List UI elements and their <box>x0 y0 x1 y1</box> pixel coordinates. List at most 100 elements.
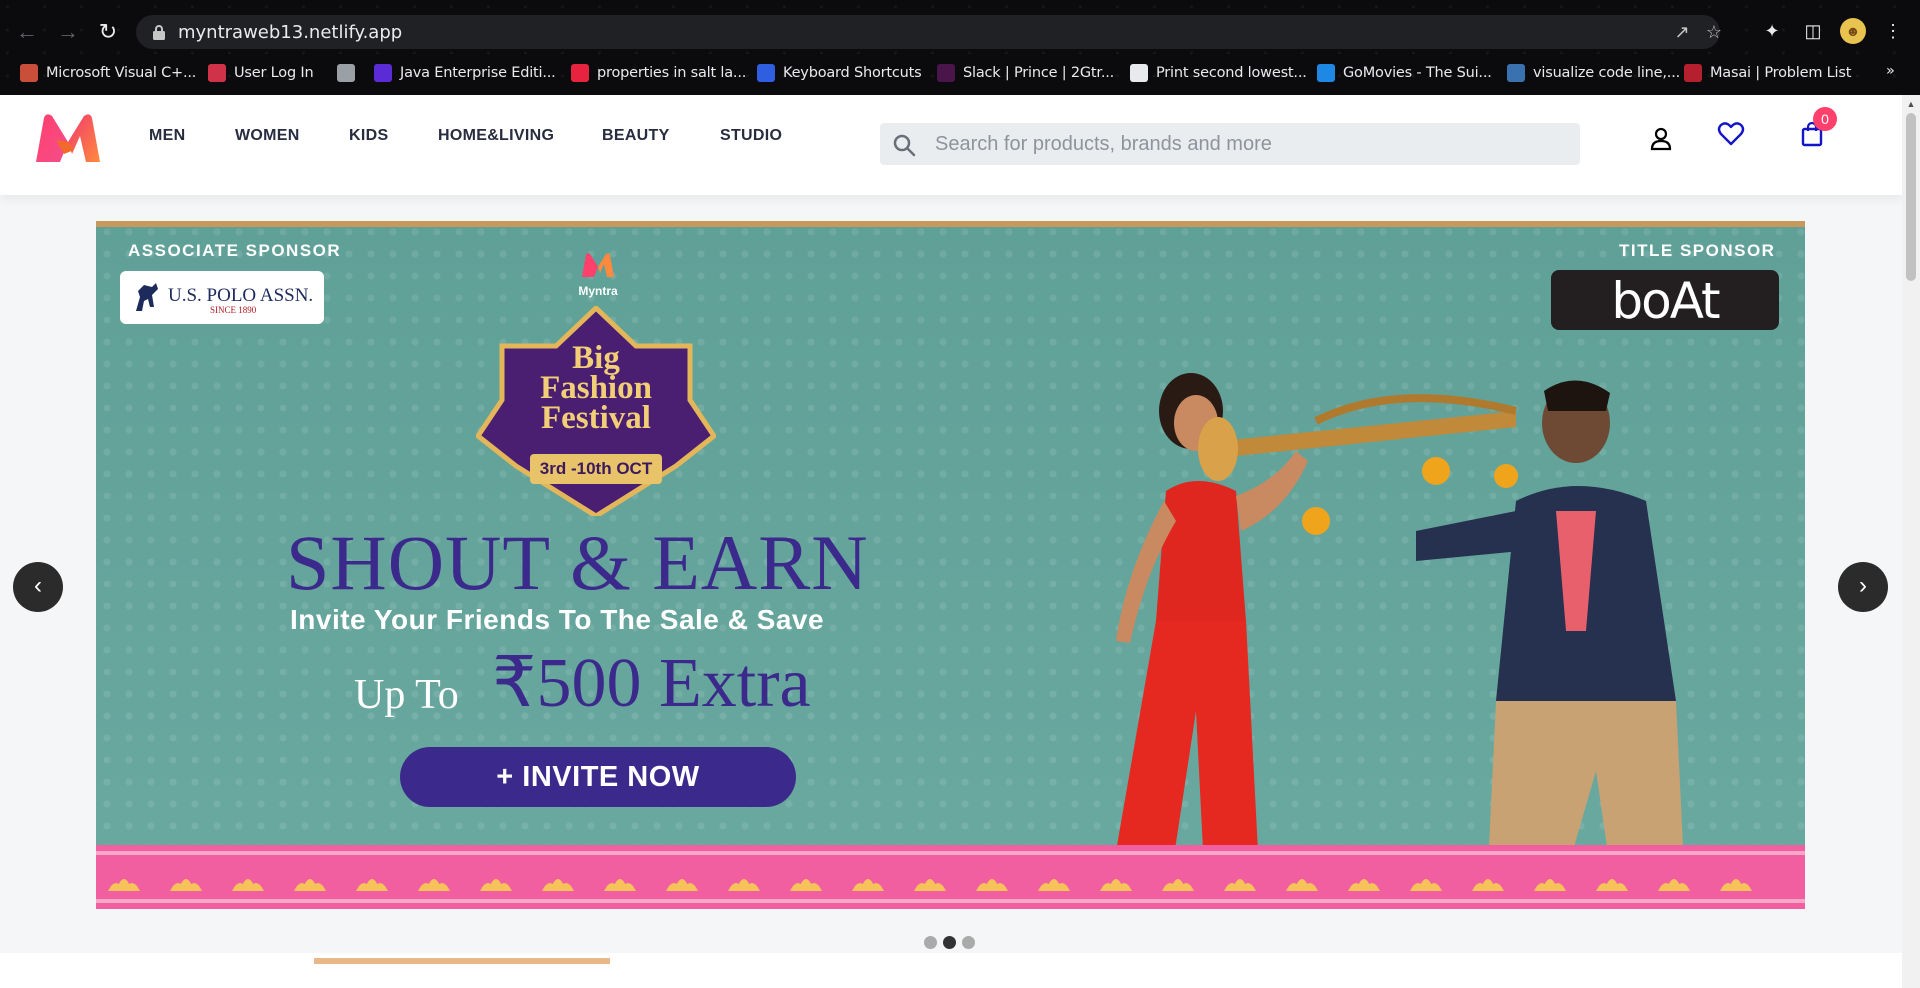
bookmark-label: Masai | Problem List <box>1710 65 1852 81</box>
extensions-icon[interactable]: ✦ <box>1759 18 1785 44</box>
bookmark-item[interactable]: visualize code line,... <box>1507 62 1680 84</box>
menu-dots-icon[interactable]: ⋮ <box>1880 18 1906 44</box>
wishlist-heart-icon[interactable] <box>1716 119 1746 149</box>
bookmark-item[interactable]: Keyboard Shortcuts <box>757 62 922 84</box>
banner-top-border <box>96 221 1805 227</box>
lotus-pattern <box>96 851 1805 903</box>
festival-line-2: Fashion <box>540 370 652 406</box>
nav-women[interactable]: WOMEN <box>235 127 300 145</box>
bookmark-label: GoMovies - The Sui... <box>1343 65 1492 81</box>
bookmark-label: Keyboard Shortcuts <box>783 65 922 81</box>
bag-count-badge: 0 <box>1813 107 1837 131</box>
banner-amount: ₹500 Extra <box>492 645 811 722</box>
myntra-mini-icon <box>582 253 614 277</box>
bookmark-item[interactable]: properties in salt la... <box>571 62 746 84</box>
banner-upto: Up To <box>354 672 459 718</box>
profile-avatar[interactable]: ☻ <box>1840 18 1866 44</box>
site-header: MEN WOMEN KIDS HOME&LIVING BEAUTY STUDIO… <box>0 95 1902 195</box>
banner-headline: SHOUT & EARN <box>286 519 869 606</box>
bookmark-label: Slack | Prince | 2Gtr... <box>963 65 1115 81</box>
polo-brand-name: U.S. POLO ASSN. <box>168 285 314 306</box>
address-bar[interactable]: myntraweb13.netlify.app ↗ ☆ <box>136 15 1722 49</box>
festival-line-1: Big <box>572 340 620 376</box>
bookmark-favicon-icon <box>337 64 355 82</box>
bookmark-item[interactable] <box>337 62 363 84</box>
hero-banner[interactable]: ASSOCIATE SPONSOR TITLE SPONSOR U.S. POL… <box>96 221 1805 909</box>
myntra-logo[interactable] <box>30 110 106 166</box>
bookmark-favicon-icon <box>1684 64 1702 82</box>
bookmark-label: properties in salt la... <box>597 65 747 81</box>
banner-models-illustration <box>1106 373 1686 909</box>
reload-button[interactable]: ↻ <box>92 16 124 48</box>
page-scrollbar[interactable]: ▲ <box>1902 95 1920 988</box>
bookmark-item[interactable]: GoMovies - The Sui... <box>1317 62 1492 84</box>
bookmark-label: visualize code line,... <box>1533 65 1681 81</box>
bookmark-label: Print second lowest... <box>1156 65 1307 81</box>
myntra-small-text: Myntra <box>578 284 618 298</box>
bookmark-favicon-icon <box>20 64 38 82</box>
banner-subline: Invite Your Friends To The Sale & Save <box>290 604 825 635</box>
bookmark-favicon-icon <box>1507 64 1525 82</box>
page-viewport: MEN WOMEN KIDS HOME&LIVING BEAUTY STUDIO… <box>0 95 1920 988</box>
bookmark-item[interactable]: Java Enterprise Editi... <box>374 62 556 84</box>
bookmark-star-icon[interactable]: ☆ <box>1704 22 1724 42</box>
browser-chrome: ← → ↻ myntraweb13.netlify.app ↗ ☆ ✦ ◫ ☻ … <box>0 0 1920 95</box>
carousel-dot-1[interactable] <box>924 936 937 949</box>
bookmarks-overflow-button[interactable]: » <box>1886 63 1895 79</box>
boat-logo: boAt <box>1551 270 1779 330</box>
bookmark-favicon-icon <box>937 64 955 82</box>
search-input[interactable] <box>935 123 1555 165</box>
lock-icon <box>153 25 165 40</box>
carousel-next-button[interactable]: › <box>1838 562 1888 612</box>
nav-home-living[interactable]: HOME&LIVING <box>438 127 554 145</box>
banner-footer-border <box>96 845 1805 909</box>
share-icon[interactable]: ↗ <box>1672 22 1692 42</box>
nav-men[interactable]: MEN <box>149 127 185 145</box>
bookmarks-bar: Microsoft Visual C+... User Log In Java En… <box>0 58 1920 88</box>
scroll-up-arrow[interactable]: ▲ <box>1906 99 1916 109</box>
myntra-small-logo: Myntra <box>573 251 623 298</box>
nav-kids[interactable]: KIDS <box>349 127 388 145</box>
profile-icon[interactable] <box>1646 123 1676 153</box>
associate-sponsor-label: ASSOCIATE SPONSOR <box>128 241 342 260</box>
festival-dates: 3rd -10th OCT <box>539 459 653 478</box>
bookmark-favicon-icon <box>374 64 392 82</box>
bookmark-label: Microsoft Visual C+... <box>46 65 197 81</box>
url-text: myntraweb13.netlify.app <box>178 22 403 43</box>
bookmark-item[interactable]: Print second lowest... <box>1130 62 1307 84</box>
bookmark-favicon-icon <box>1317 64 1335 82</box>
back-button[interactable]: ← <box>11 16 43 48</box>
nav-studio[interactable]: STUDIO <box>720 127 782 145</box>
scroll-thumb[interactable] <box>1906 113 1916 281</box>
browser-toolbar: ← → ↻ myntraweb13.netlify.app ↗ ☆ ✦ ◫ ☻ … <box>0 10 1920 54</box>
bookmark-item[interactable]: Masai | Problem List <box>1684 62 1851 84</box>
invite-now-button[interactable]: + INVITE NOW <box>400 747 796 807</box>
search-bar <box>880 123 1580 165</box>
nav-beauty[interactable]: BEAUTY <box>602 127 670 145</box>
bookmark-item[interactable]: Microsoft Visual C+... <box>20 62 196 84</box>
boat-brand-name: boAt <box>1611 272 1720 330</box>
bookmark-item[interactable]: Slack | Prince | 2Gtr... <box>937 62 1114 84</box>
festival-line-3: Festival <box>541 400 651 436</box>
next-section-peek <box>0 953 1902 988</box>
polo-horse-icon <box>136 283 158 311</box>
carousel-dot-2[interactable] <box>943 936 956 949</box>
bookmark-favicon-icon <box>571 64 589 82</box>
bookmark-label: User Log In <box>234 65 314 81</box>
bookmark-item[interactable]: User Log In <box>208 62 314 84</box>
carousel-prev-button[interactable]: ‹ <box>13 562 63 612</box>
search-icon[interactable] <box>892 133 916 157</box>
polo-since-text: SINCE 1890 <box>210 305 257 315</box>
next-section-image-edge <box>314 958 610 964</box>
bookmark-favicon-icon <box>1130 64 1148 82</box>
forward-button[interactable]: → <box>52 16 84 48</box>
side-panel-icon[interactable]: ◫ <box>1800 18 1826 44</box>
bookmark-favicon-icon <box>757 64 775 82</box>
us-polo-logo: U.S. POLO ASSN. SINCE 1890 <box>120 271 324 324</box>
title-sponsor-label: TITLE SPONSOR <box>1619 241 1776 260</box>
bookmark-favicon-icon <box>208 64 226 82</box>
bookmark-label: Java Enterprise Editi... <box>400 65 556 81</box>
carousel-dots <box>924 936 975 949</box>
festival-title: Big Fashion Festival <box>476 340 716 436</box>
carousel-dot-3[interactable] <box>962 936 975 949</box>
